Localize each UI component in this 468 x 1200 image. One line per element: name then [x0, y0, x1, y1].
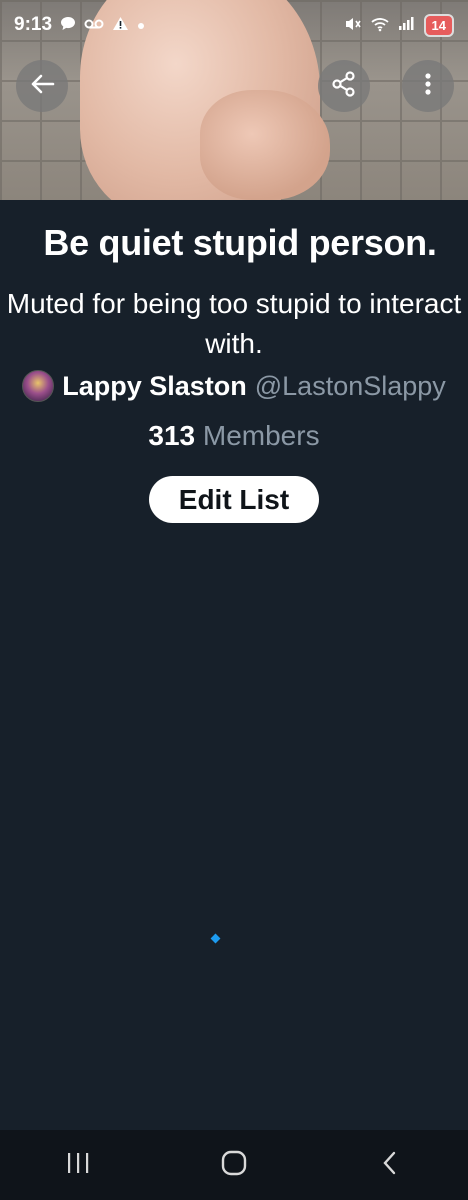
voicemail-icon: [84, 18, 104, 33]
members-link[interactable]: 313 Members: [0, 420, 468, 452]
back-button[interactable]: [16, 60, 68, 112]
more-vertical-icon: [414, 70, 442, 103]
nav-back-icon: [380, 1150, 400, 1181]
avatar[interactable]: [22, 370, 55, 402]
status-left: 9:13: [14, 14, 145, 36]
notification-dot-icon: [137, 18, 145, 33]
chat-bubble-icon: [60, 16, 76, 34]
warning-icon: [112, 16, 129, 34]
share-icon: [330, 70, 358, 103]
mute-icon: [344, 16, 362, 35]
signal-icon: [398, 16, 416, 34]
status-right: 14: [344, 13, 454, 37]
edit-list-button[interactable]: Edit List: [149, 476, 319, 523]
list-description: Muted for being too stupid to interact w…: [6, 288, 462, 359]
loading-indicator: [210, 933, 221, 944]
list-title: Be quiet stupid person.: [43, 222, 437, 263]
recents-button[interactable]: [48, 1140, 108, 1190]
share-button[interactable]: [318, 60, 370, 112]
owner-name[interactable]: Lappy Slaston: [62, 371, 247, 402]
more-options-button[interactable]: [402, 60, 454, 112]
nav-back-button[interactable]: [360, 1140, 420, 1190]
status-time: 9:13: [14, 14, 53, 35]
list-owner[interactable]: Lappy Slaston @LastonSlappy: [0, 370, 468, 402]
home-icon: [220, 1149, 248, 1182]
member-label: Members: [202, 420, 320, 451]
recents-icon: [65, 1151, 91, 1180]
home-button[interactable]: [204, 1140, 264, 1190]
status-bar: 9:13 14: [0, 0, 468, 50]
banner-figure-detail: [200, 90, 330, 200]
battery-indicator: 14: [423, 13, 454, 37]
arrow-left-icon: [28, 70, 56, 103]
owner-handle[interactable]: @LastonSlappy: [255, 371, 446, 402]
system-nav-bar: [0, 1130, 468, 1200]
wifi-icon: [370, 16, 390, 35]
member-count: 313: [148, 420, 196, 451]
